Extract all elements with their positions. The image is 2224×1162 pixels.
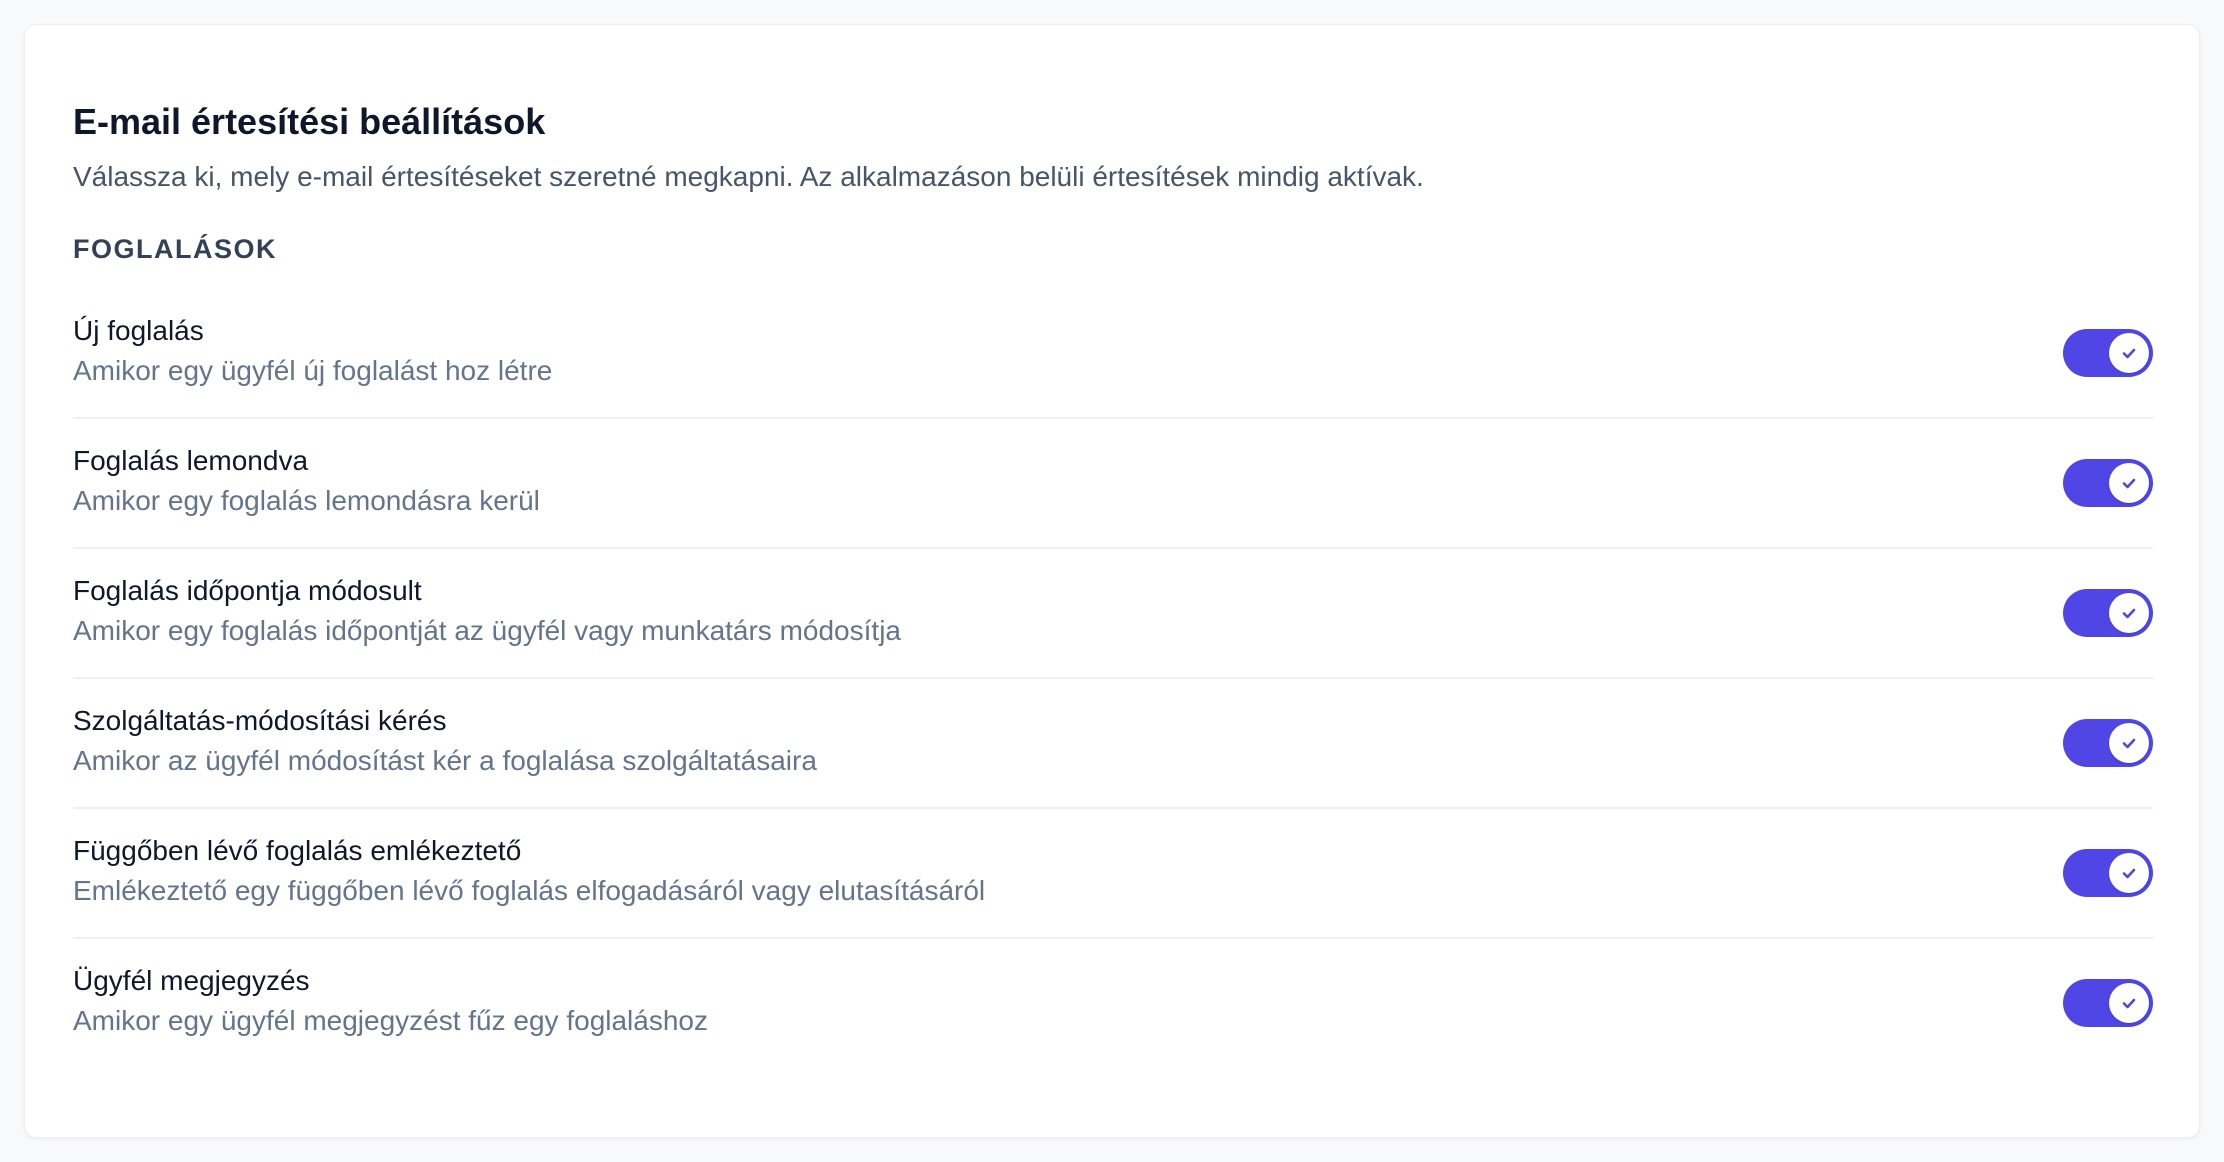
toggle-pending-booking-reminder[interactable] xyxy=(2063,849,2153,897)
setting-title: Ügyfél megjegyzés xyxy=(73,965,310,996)
setting-description: Amikor egy foglalás időpontját az ügyfél… xyxy=(73,615,901,646)
check-icon xyxy=(2122,608,2136,619)
page-title: E-mail értesítési beállítások xyxy=(73,101,546,142)
setting-description: Emlékeztető egy függőben lévő foglalás e… xyxy=(73,875,986,906)
toggle-knob xyxy=(2109,983,2149,1023)
setting-description: Amikor az ügyfél módosítást kér a foglal… xyxy=(73,745,817,776)
check-icon xyxy=(2122,478,2136,489)
setting-row-booking-time-changed: Foglalás időpontja módosult Amikor egy f… xyxy=(73,549,2153,679)
page-subtitle: Válassza ki, mely e-mail értesítéseket s… xyxy=(73,161,1424,192)
settings-list: Új foglalás Amikor egy ügyfél új foglalá… xyxy=(73,289,2153,1069)
toggle-new-booking[interactable] xyxy=(2063,329,2153,377)
toggle-booking-time-changed[interactable] xyxy=(2063,589,2153,637)
setting-description: Amikor egy ügyfél megjegyzést fűz egy fo… xyxy=(73,1005,708,1036)
toggle-client-note[interactable] xyxy=(2063,979,2153,1027)
setting-row-booking-cancelled: Foglalás lemondva Amikor egy foglalás le… xyxy=(73,419,2153,549)
setting-row-pending-booking-reminder: Függőben lévő foglalás emlékeztető Emlék… xyxy=(73,809,2153,939)
check-icon xyxy=(2122,348,2136,359)
setting-description: Amikor egy ügyfél új foglalást hoz létre xyxy=(73,355,553,386)
check-icon xyxy=(2122,998,2136,1009)
setting-title: Függőben lévő foglalás emlékeztető xyxy=(73,835,522,866)
setting-row-new-booking: Új foglalás Amikor egy ügyfél új foglalá… xyxy=(73,289,2153,419)
setting-title: Szolgáltatás-módosítási kérés xyxy=(73,705,447,736)
toggle-knob xyxy=(2109,593,2149,633)
toggle-knob xyxy=(2109,463,2149,503)
setting-title: Foglalás időpontja módosult xyxy=(73,575,422,606)
section-heading-bookings: FOGLALÁSOK xyxy=(73,234,277,264)
email-notification-settings-card: E-mail értesítési beállítások Válassza k… xyxy=(24,24,2200,1138)
check-icon xyxy=(2122,738,2136,749)
setting-row-service-change-request: Szolgáltatás-módosítási kérés Amikor az … xyxy=(73,679,2153,809)
toggle-knob xyxy=(2109,853,2149,893)
setting-description: Amikor egy foglalás lemondásra kerül xyxy=(73,485,540,516)
toggle-knob xyxy=(2109,333,2149,373)
check-icon xyxy=(2122,868,2136,879)
setting-row-client-note: Ügyfél megjegyzés Amikor egy ügyfél megj… xyxy=(73,939,2153,1069)
toggle-service-change-request[interactable] xyxy=(2063,719,2153,767)
toggle-knob xyxy=(2109,723,2149,763)
toggle-booking-cancelled[interactable] xyxy=(2063,459,2153,507)
setting-title: Új foglalás xyxy=(73,315,204,346)
setting-title: Foglalás lemondva xyxy=(73,445,309,476)
